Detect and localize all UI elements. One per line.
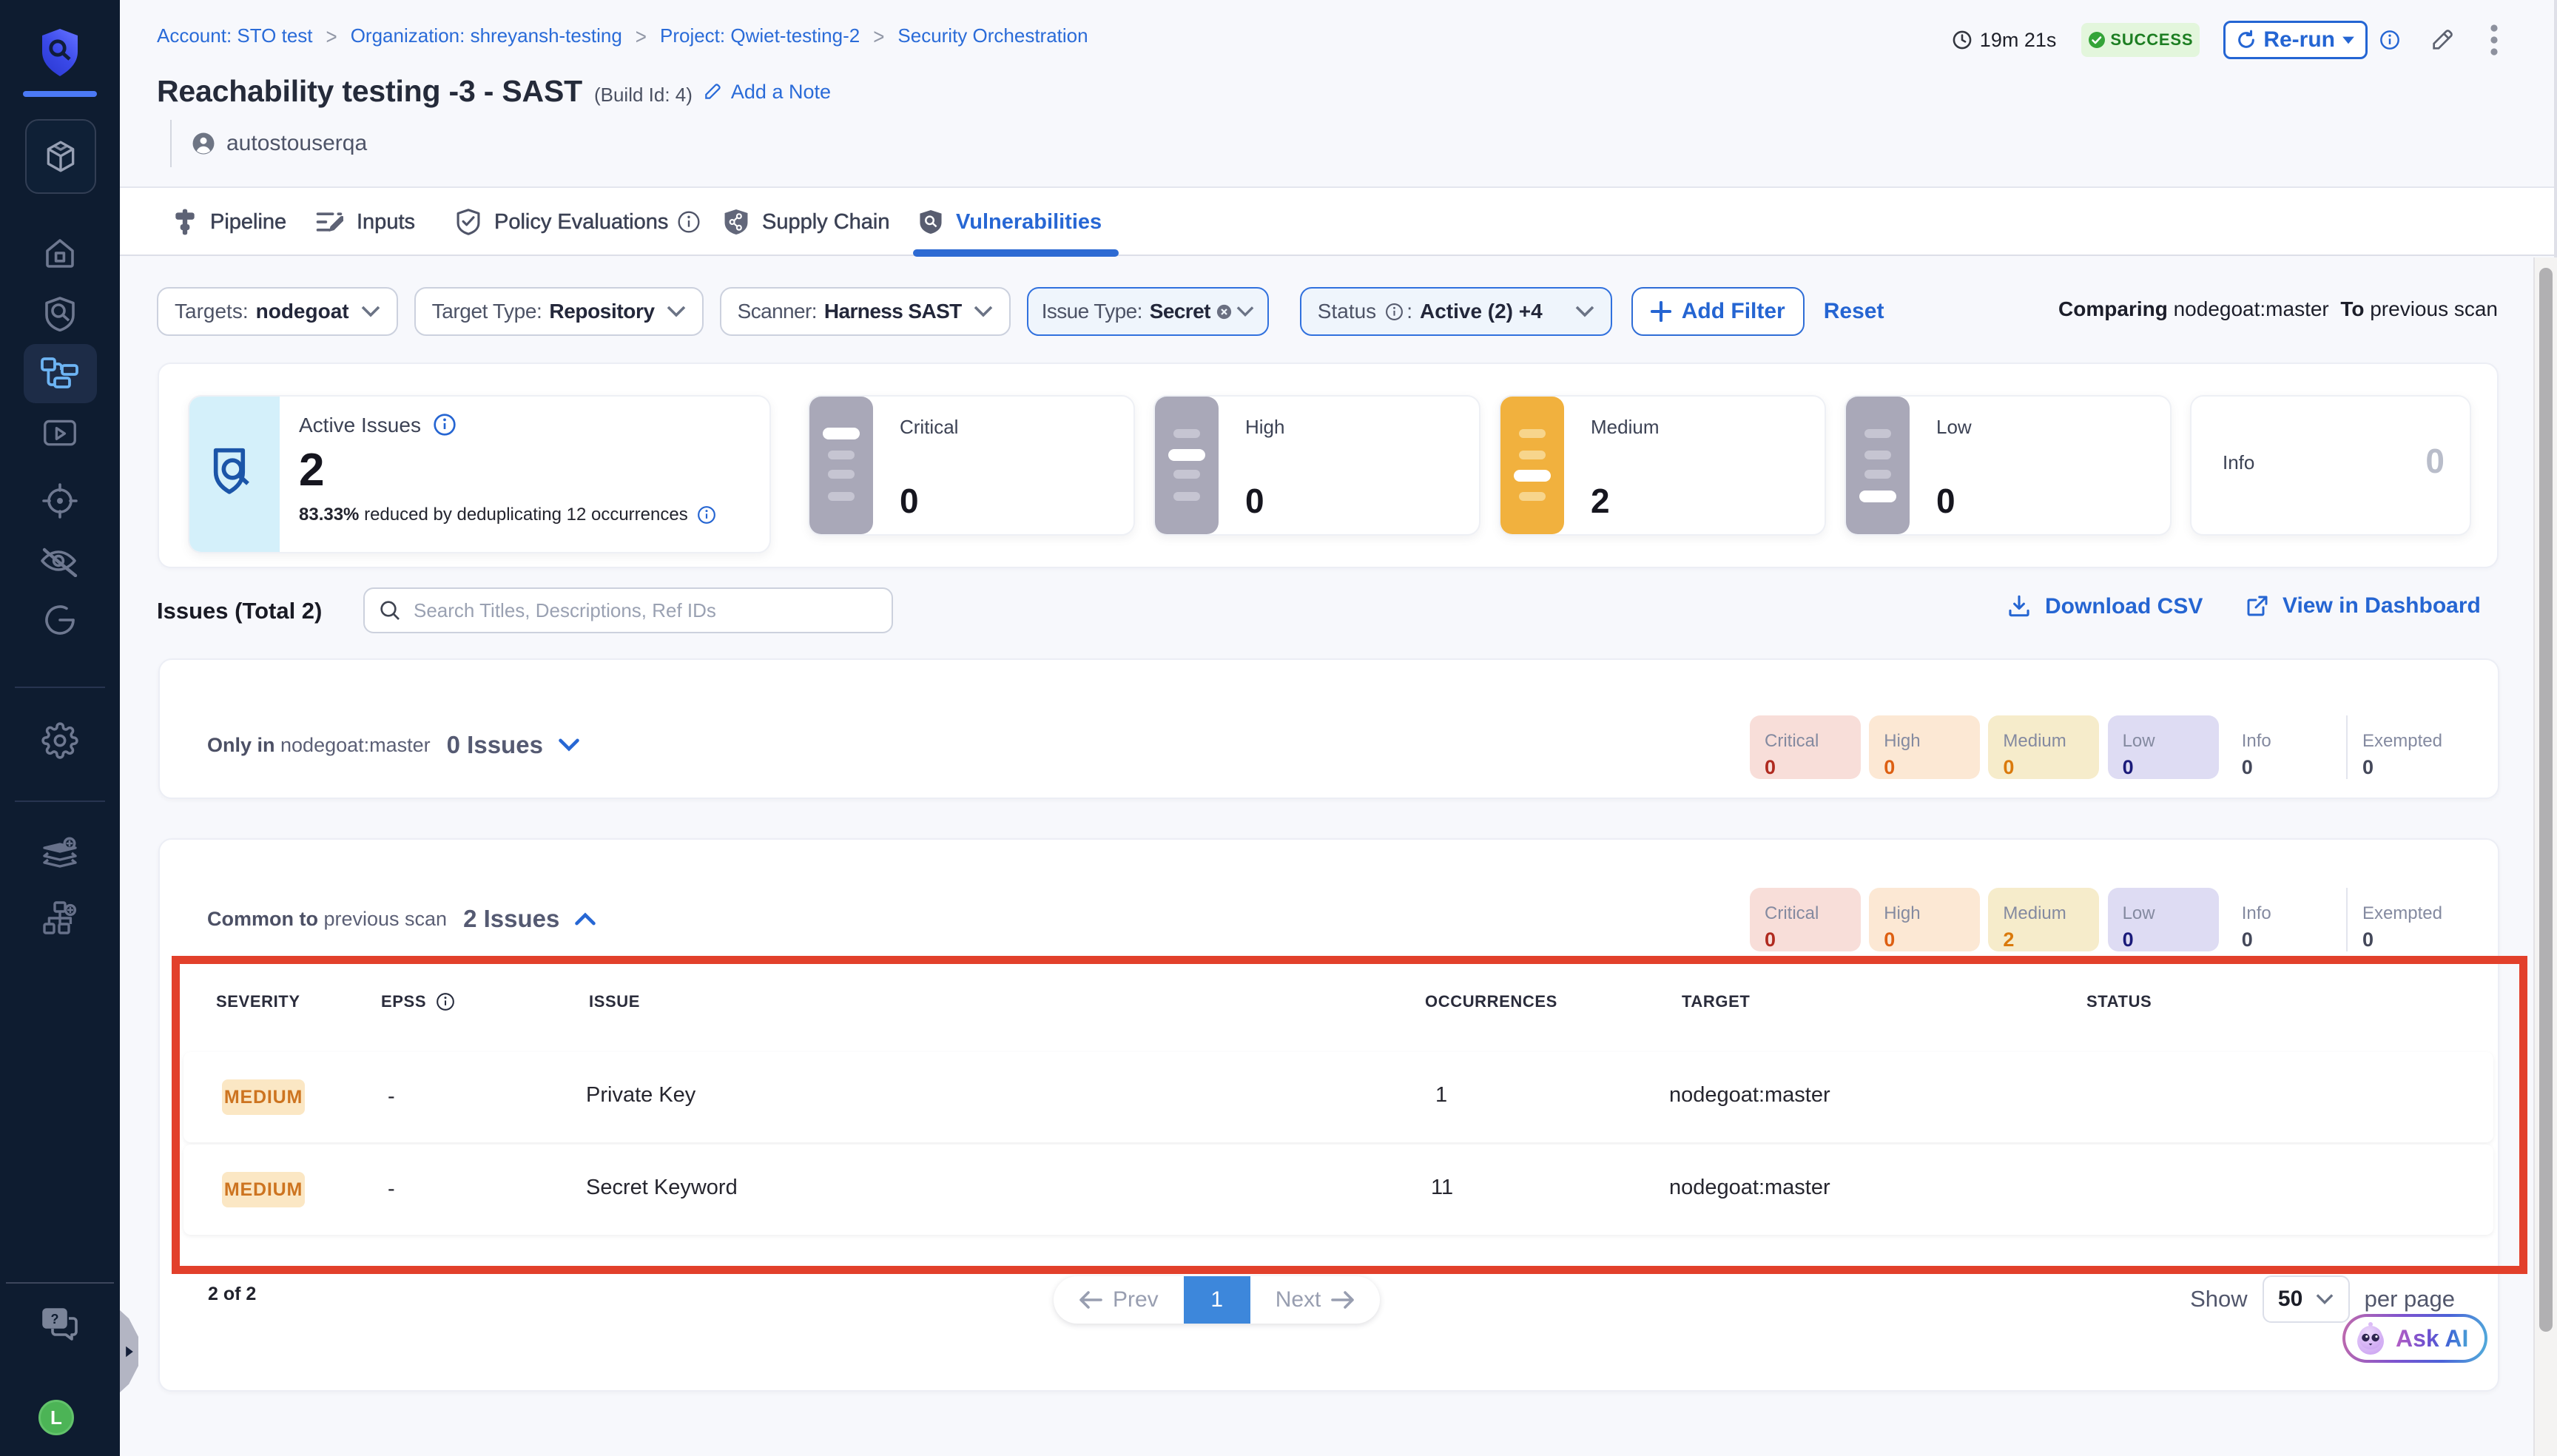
svg-text:?: ?: [51, 1312, 59, 1327]
